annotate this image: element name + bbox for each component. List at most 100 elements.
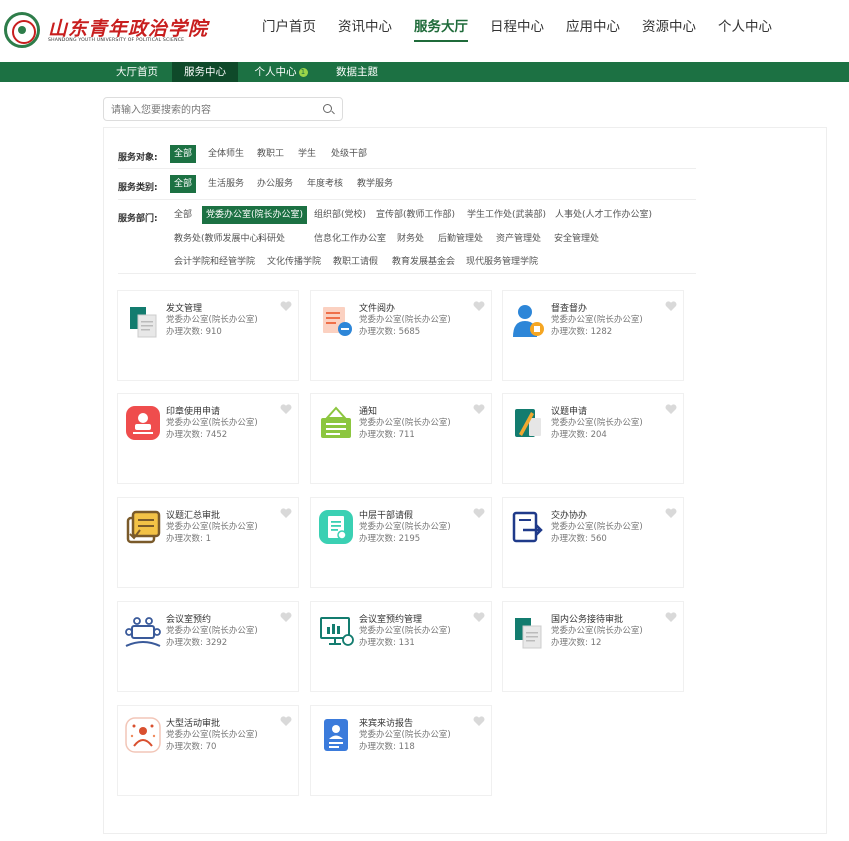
filter-dept-security[interactable]: 安全管理处 [550,230,603,248]
filter-dept-culture-school[interactable]: 文化传播学院 [263,253,325,271]
heart-icon[interactable] [280,404,292,415]
filter-dept-modern-service-school[interactable]: 现代服务管理学院 [462,253,542,271]
heart-icon[interactable] [473,508,485,519]
filter-dept-finance[interactable]: 财务处 [393,230,428,248]
count-value: 711 [398,430,415,440]
subnav-personal-center[interactable]: 个人中心 1 [248,62,314,82]
topnav-resources[interactable]: 资源中心 [642,18,696,42]
service-card[interactable]: 议题申请 党委办公室(院长办公室) 办理次数: 204 [502,393,684,484]
service-card[interactable]: 印章使用申请 党委办公室(院长办公室) 办理次数: 7452 [117,393,299,484]
count-value: 2195 [398,534,421,544]
filter-dept-research[interactable]: 科研处 [254,230,289,248]
filter-dept-informatization[interactable]: 信息化工作办公室 [310,230,390,248]
count-label: 办理次数: [166,638,203,648]
topnav-personal[interactable]: 个人中心 [718,18,772,42]
service-card[interactable]: 会议室预约管理 党委办公室(院长办公室) 办理次数: 131 [310,601,492,692]
heart-icon[interactable] [473,716,485,727]
filter-category-label: 服务类别: [118,183,158,193]
filter-dept-assets[interactable]: 资产管理处 [492,230,545,248]
subnav-data-topics[interactable]: 数据主题 [328,62,386,82]
filter-dept-academic-affairs[interactable]: 教务处(教师发展中心) [170,230,266,248]
heart-icon[interactable] [473,301,485,312]
count-label: 办理次数: [166,430,203,440]
filter-target-all[interactable]: 全部 [170,145,197,163]
service-card[interactable]: 文件阅办 党委办公室(院长办公室) 办理次数: 5685 [310,290,492,381]
count-value: 5685 [398,327,421,337]
service-card[interactable]: 交办协办 党委办公室(院长办公室) 办理次数: 560 [502,497,684,588]
service-card[interactable]: 会议室预约 党委办公室(院长办公室) 办理次数: 3292 [117,601,299,692]
service-card[interactable]: 大型活动审批 党委办公室(院长办公室) 办理次数: 70 [117,705,299,796]
filter-dept-publicity[interactable]: 宣传部(教师工作部) [372,206,459,224]
filter-target-all-staff-students[interactable]: 全体师生 [204,145,248,163]
service-count: 办理次数: 560 [551,532,607,544]
filter-dept-personnel[interactable]: 人事处(人才工作办公室) [551,206,656,224]
notification-badge: 1 [298,68,308,77]
service-card[interactable]: 来宾来访报告 党委办公室(院长办公室) 办理次数: 118 [310,705,492,796]
meeting-manage-icon [320,617,354,646]
service-card[interactable]: 督查督办 党委办公室(院长办公室) 办理次数: 1282 [502,290,684,381]
heart-icon[interactable] [665,404,677,415]
subnav-data-topics-label: 数据主题 [336,66,378,78]
heart-icon[interactable] [280,612,292,623]
heart-icon[interactable] [665,301,677,312]
heart-icon[interactable] [280,301,292,312]
count-label: 办理次数: [166,534,203,544]
assign-icon [512,511,543,543]
divider [118,168,696,169]
filter-target-cadres[interactable]: 处级干部 [327,145,371,163]
filter-category-office[interactable]: 办公服务 [253,175,297,193]
filter-dept-student-affairs[interactable]: 学生工作处(武装部) [463,206,550,224]
filter-dept-logistics[interactable]: 后勤管理处 [434,230,487,248]
subnav-service-center[interactable]: 服务中心 [172,62,238,82]
filter-category-all[interactable]: 全部 [170,175,197,193]
count-value: 12 [590,638,602,648]
service-card[interactable]: 中层干部请假 党委办公室(院长办公室) 办理次数: 2195 [310,497,492,588]
count-value: 1 [205,534,211,544]
service-count: 办理次数: 5685 [359,325,420,337]
topnav-home[interactable]: 门户首页 [262,18,316,42]
count-value: 118 [398,742,415,752]
subnav-hall-home[interactable]: 大厅首页 [108,62,166,82]
topnav-schedule[interactable]: 日程中心 [490,18,544,42]
count-label: 办理次数: [551,430,588,440]
heart-icon[interactable] [665,508,677,519]
heart-icon[interactable] [473,404,485,415]
heart-icon[interactable] [665,612,677,623]
filter-category-annual-review[interactable]: 年度考核 [303,175,347,193]
filter-dept-party-office[interactable]: 党委办公室(院长办公室) [202,206,308,224]
count-label: 办理次数: [166,327,203,337]
topnav-news[interactable]: 资讯中心 [338,18,392,42]
search-icon[interactable] [323,104,332,113]
supervisor-icon [513,305,544,337]
filter-target-students[interactable]: 学生 [294,145,320,163]
filter-dept-accounting-school[interactable]: 会计学院和经管学院 [170,253,259,271]
filter-target-staff[interactable]: 教职工 [253,145,288,163]
service-dept: 党委办公室(院长办公室) [359,418,451,428]
filter-category-teaching[interactable]: 教学服务 [353,175,397,193]
document-stack-icon [130,307,157,338]
count-label: 办理次数: [551,638,588,648]
service-count: 办理次数: 131 [359,636,415,648]
service-card[interactable]: 国内公务接待审批 党委办公室(院长办公室) 办理次数: 12 [502,601,684,692]
service-card[interactable]: 议题汇总审批 党委办公室(院长办公室) 办理次数: 1 [117,497,299,588]
school-logo[interactable] [4,12,40,48]
service-dept: 党委办公室(院长办公室) [166,315,258,325]
topnav-apps[interactable]: 应用中心 [566,18,620,42]
heart-icon[interactable] [473,612,485,623]
filter-dept-education-foundation[interactable]: 教育发展基金会 [388,253,459,271]
count-value: 560 [590,534,607,544]
search-input[interactable] [111,99,311,122]
filter-category-life[interactable]: 生活服务 [204,175,248,193]
heart-icon[interactable] [280,508,292,519]
top-nav: 门户首页 资讯中心 服务大厅 日程中心 应用中心 资源中心 个人中心 [262,18,794,42]
service-count: 办理次数: 70 [166,740,216,752]
school-name-en: SHANDONG YOUTH UNIVERSITY OF POLITICAL S… [48,38,185,43]
heart-icon[interactable] [280,716,292,727]
filter-dept-organization[interactable]: 组织部(党校) [310,206,370,224]
service-card[interactable]: 通知 党委办公室(院长办公室) 办理次数: 711 [310,393,492,484]
filter-dept-staff-leave[interactable]: 教职工请假 [329,253,382,271]
filter-dept-all[interactable]: 全部 [170,206,196,224]
service-card[interactable]: 发文管理 党委办公室(院长办公室) 办理次数: 910 [117,290,299,381]
topnav-service-hall[interactable]: 服务大厅 [414,18,468,42]
meeting-room-icon [125,617,161,647]
